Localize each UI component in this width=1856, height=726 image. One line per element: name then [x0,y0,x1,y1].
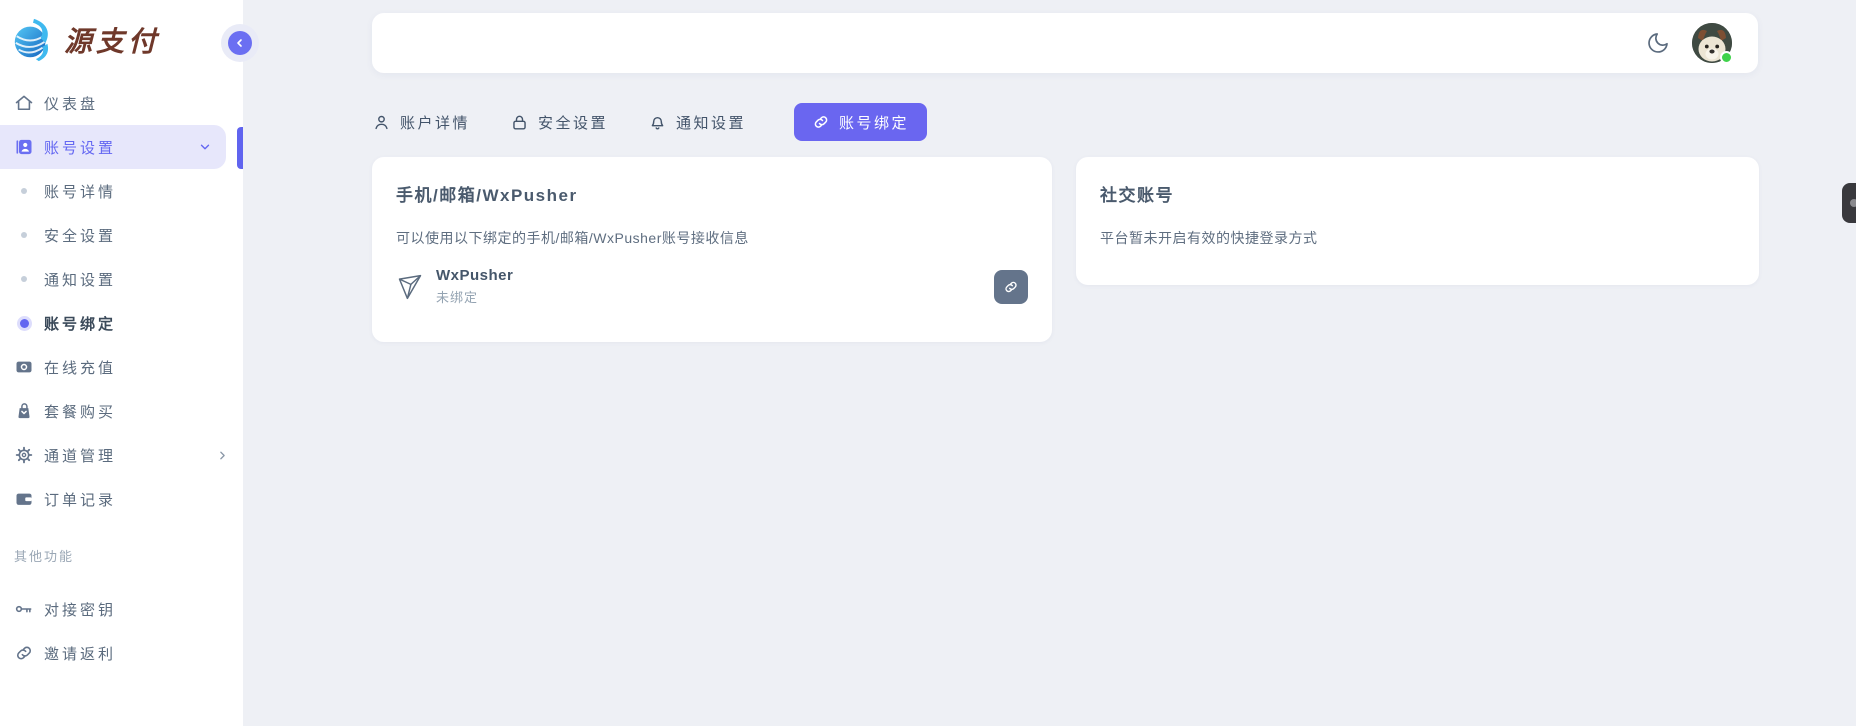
sidebar-item-label: 账号设置 [44,137,116,158]
settings-drawer-handle[interactable] [1842,183,1856,223]
recharge-icon [14,357,34,377]
theme-toggle-button[interactable] [1646,31,1670,55]
sidebar-subitem-account-details[interactable]: 账号详情 [0,169,243,213]
bullet-dot-icon [14,319,34,328]
sidebar-item-dashboard[interactable]: 仪表盘 [0,81,243,125]
tab-label: 账号绑定 [839,112,909,133]
sidebar-item-label: 安全设置 [44,225,116,246]
sidebar-item-label: 在线充值 [44,357,116,378]
binding-row-wxpusher: WxPusher 未绑定 [396,267,1028,306]
lock-icon [510,113,529,132]
sidebar-collapse-button[interactable] [228,31,252,55]
brand-name: 源支付 [64,20,160,60]
sidebar-subitem-account-binding[interactable]: 账号绑定 [0,301,243,345]
link-icon [1003,279,1019,295]
key-icon [14,599,34,619]
sidebar-item-label: 对接密钥 [44,599,116,620]
binding-card-title: 手机/邮箱/WxPusher [396,181,1028,206]
sidebar-section-label: 其他功能 [0,545,243,565]
account-settings-icon [14,137,34,157]
binding-card-description: 可以使用以下绑定的手机/邮箱/WxPusher账号接收信息 [396,228,1028,248]
sidebar-subitem-notification-settings[interactable]: 通知设置 [0,257,243,301]
bind-wxpusher-button[interactable] [994,270,1028,304]
sidebar-item-label: 账号详情 [44,181,116,202]
moon-icon [1646,31,1670,55]
bullet-dot-icon [14,188,34,194]
sidebar-item-api-keys[interactable]: 对接密钥 [0,587,243,631]
sidebar-item-channel-management[interactable]: 通道管理 [0,433,243,477]
active-menu-indicator [237,127,243,169]
link-icon [812,113,830,131]
wallet-icon [14,489,34,509]
chevron-left-icon [234,37,246,49]
sidebar-item-label: 账号绑定 [44,313,116,334]
topbar [372,13,1758,73]
sidebar-subitem-security-settings[interactable]: 安全设置 [0,213,243,257]
tab-label: 账户详情 [400,112,470,133]
sidebar-item-package-purchase[interactable]: 套餐购买 [0,389,243,433]
sidebar-item-label: 通道管理 [44,445,116,466]
tab-account-details[interactable]: 账户详情 [372,103,470,141]
dashboard-icon [14,93,34,113]
chevron-down-icon [198,140,212,154]
invite-link-icon [14,643,34,663]
wxpusher-icon [396,271,424,303]
account-tabs: 账户详情 安全设置 通知设置 账号绑定 [372,103,927,141]
bell-icon [648,113,667,132]
binding-card: 手机/邮箱/WxPusher 可以使用以下绑定的手机/邮箱/WxPusher账号… [372,157,1052,342]
user-icon [372,113,391,132]
online-status-dot [1720,51,1733,64]
sidebar: 源支付 仪表盘 账号设置 [0,0,243,726]
gear-icon [14,445,34,465]
brand-logo[interactable]: 源支付 [0,0,243,70]
user-avatar[interactable] [1692,23,1732,63]
sidebar-item-order-records[interactable]: 订单记录 [0,477,243,521]
tab-account-binding[interactable]: 账号绑定 [794,103,927,141]
sidebar-item-label: 仪表盘 [44,93,98,114]
sidebar-item-account-settings[interactable]: 账号设置 [0,125,226,169]
sidebar-item-online-recharge[interactable]: 在线充值 [0,345,243,389]
chevron-right-icon [216,449,229,462]
binding-status: 未绑定 [436,287,513,306]
social-card-description: 平台暂未开启有效的快捷登录方式 [1100,228,1735,248]
sidebar-item-label: 套餐购买 [44,401,116,422]
binding-name: WxPusher [436,267,513,284]
package-icon [14,401,34,421]
social-accounts-card: 社交账号 平台暂未开启有效的快捷登录方式 [1076,157,1759,285]
bullet-dot-icon [14,232,34,238]
tab-label: 通知设置 [676,112,746,133]
bullet-dot-icon [14,276,34,282]
tab-security-settings[interactable]: 安全设置 [510,103,608,141]
brand-globe-icon [10,15,56,65]
sidebar-nav: 仪表盘 账号设置 账号详情 安全设 [0,81,243,675]
social-card-title: 社交账号 [1100,181,1735,206]
tab-label: 安全设置 [538,112,608,133]
sidebar-item-label: 订单记录 [44,489,116,510]
binding-info: WxPusher 未绑定 [436,267,513,306]
sidebar-item-label: 邀请返利 [44,643,116,664]
sidebar-item-label: 通知设置 [44,269,116,290]
tab-notification-settings[interactable]: 通知设置 [648,103,746,141]
sidebar-item-invite-rebate[interactable]: 邀请返利 [0,631,243,675]
